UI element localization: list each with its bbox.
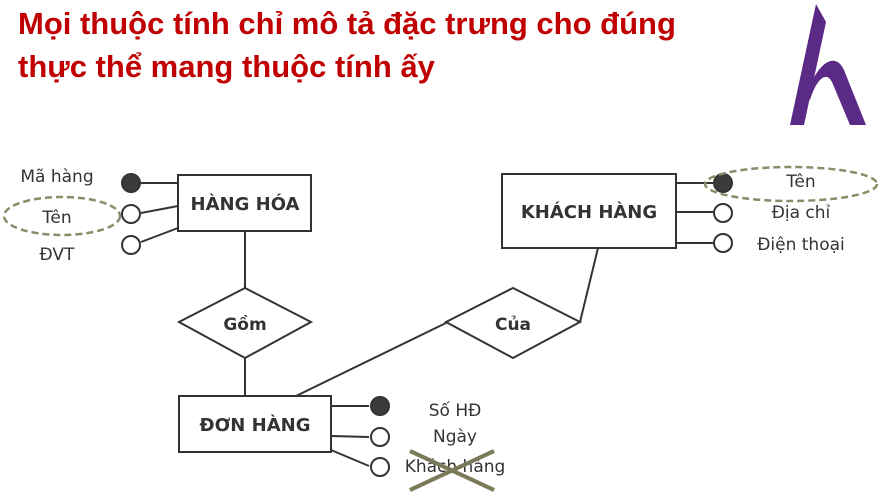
attr-dien-thoai: Điện thoại [757, 235, 845, 255]
attr-ngay: Ngày [433, 427, 477, 447]
relationship-cua: Của [443, 286, 583, 360]
attr-dia-chi: Địa chỉ [772, 203, 831, 223]
attribute-icon [370, 457, 390, 477]
line-khachhang-cua [579, 247, 599, 323]
key-attribute-icon [370, 396, 390, 416]
entity-khach-hang-label: KHÁCH HÀNG [521, 201, 657, 223]
entity-don-hang-label: ĐƠN HÀNG [200, 414, 311, 436]
attribute-icon [713, 203, 733, 223]
relationship-gom: Gồm [176, 286, 314, 360]
relationship-gom-label: Gồm [223, 314, 266, 335]
entity-hang-hoa-label: HÀNG HÓA [191, 193, 300, 215]
entity-don-hang: ĐƠN HÀNG [178, 395, 332, 453]
attr-ma-hang: Mã hàng [20, 167, 93, 187]
attribute-icon [370, 427, 390, 447]
attr-dvt: ĐVT [40, 245, 76, 265]
relationship-cua-label: Của [495, 315, 531, 335]
attribute-icon [713, 233, 733, 253]
attr-ten-khachhang: Tên [785, 172, 815, 192]
key-attribute-icon [713, 173, 733, 193]
attribute-icon [121, 235, 141, 255]
khach-hang-attributes: Tên Địa chỉ Điện thoại [676, 165, 879, 255]
entity-khach-hang: KHÁCH HÀNG [501, 173, 677, 249]
key-attribute-icon [121, 173, 141, 193]
entity-hang-hoa: HÀNG HÓA [177, 174, 312, 232]
attr-ten-hanghoa: Tên [41, 208, 71, 228]
h-logo-icon [790, 4, 866, 125]
don-hang-attributes: Số HĐ Ngày Khách hàng [330, 396, 505, 492]
line-cua-donhang [295, 321, 449, 397]
hang-hoa-attributes: Mã hàng Tên ĐVT [2, 167, 179, 265]
attr-so-hd: Số HĐ [429, 400, 482, 421]
attribute-icon [121, 204, 141, 224]
er-diagram: HÀNG HÓA KHÁCH HÀNG ĐƠN HÀNG Gồm Của Mã … [2, 4, 879, 492]
